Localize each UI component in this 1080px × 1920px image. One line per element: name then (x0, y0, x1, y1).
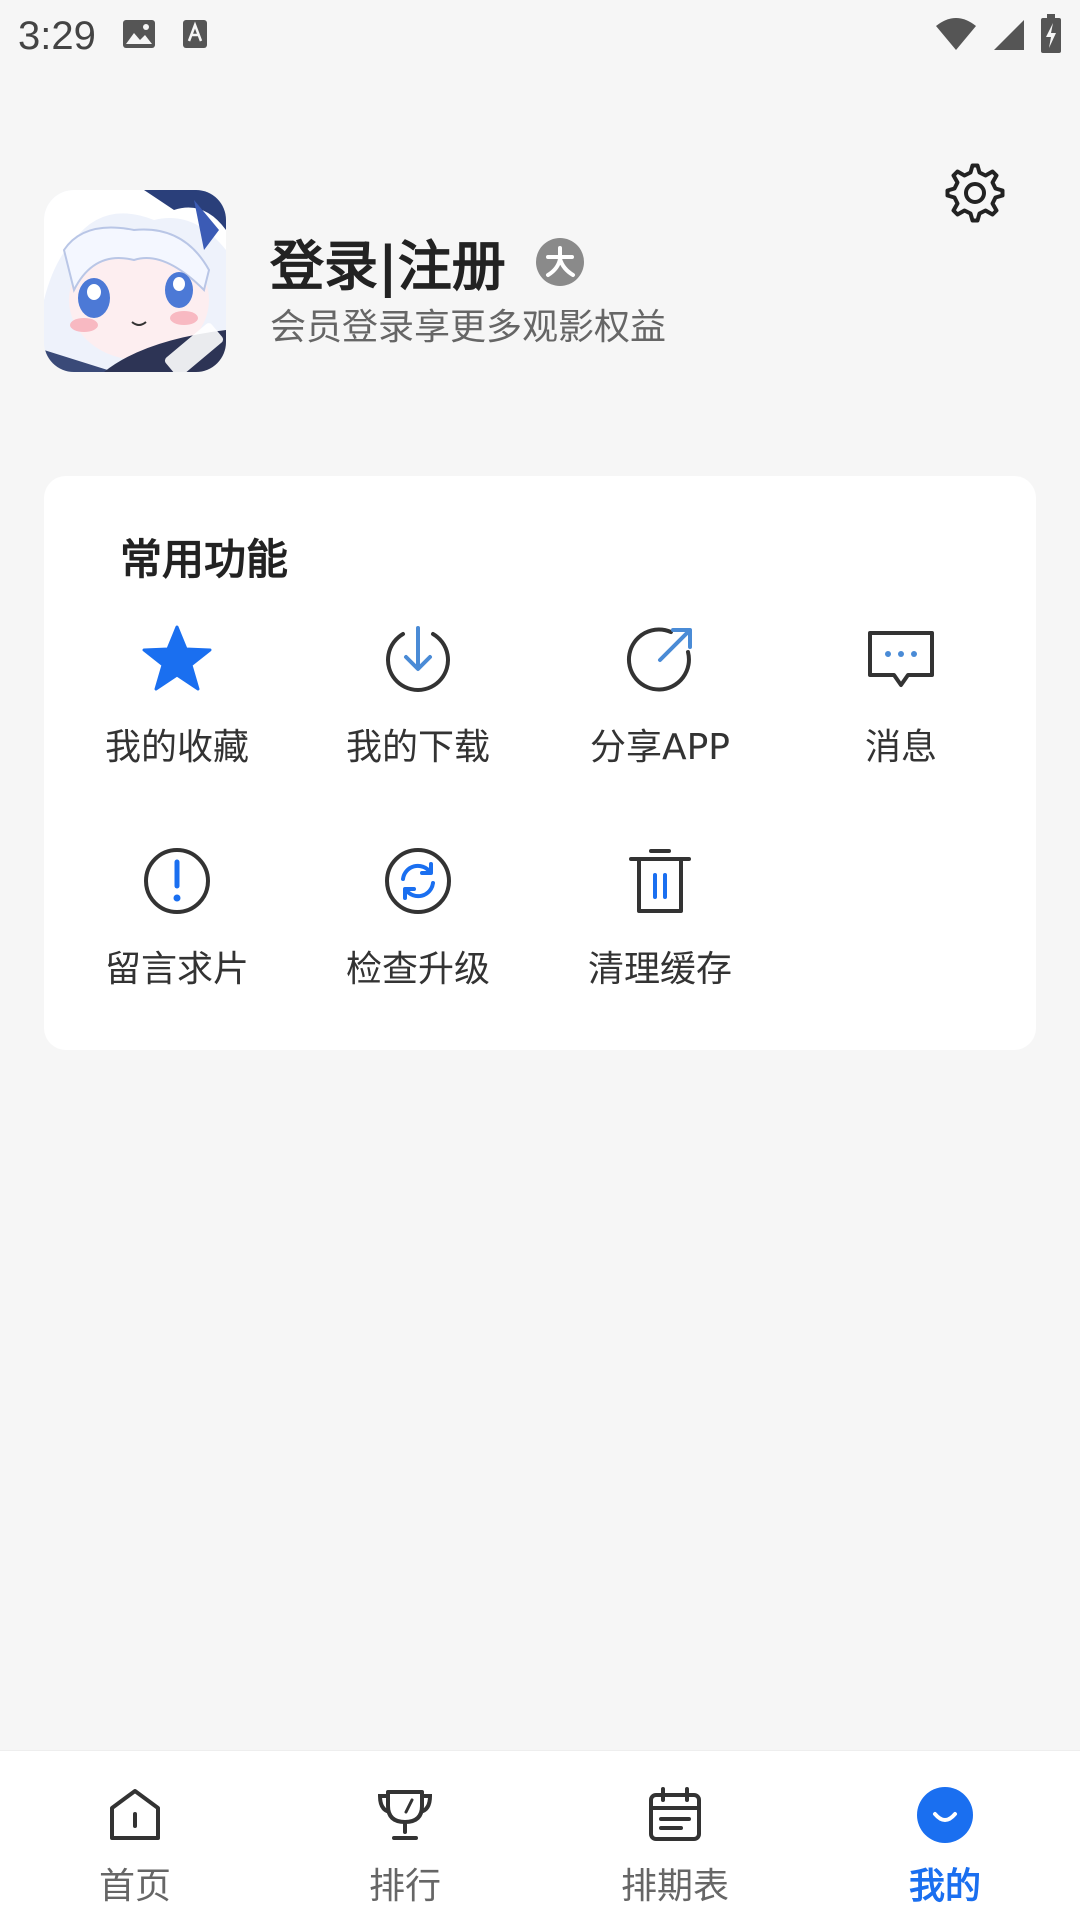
nav-item-mine[interactable]: 我的 (845, 1751, 1045, 1920)
status-bar: 3:29 (0, 0, 1080, 72)
trash-icon (623, 844, 697, 918)
request-film-label: 留言求片 (104, 949, 249, 990)
common-functions-card: 常用功能 我的收藏 我的下载 分享APP 消息 留言求片 检查升级 清理缓存 (44, 476, 1036, 1050)
downloads-label: 我的下载 (345, 727, 490, 768)
check-update-item[interactable]: 检查升级 (318, 844, 518, 994)
login-register-link[interactable]: 登录|注册 (270, 222, 584, 301)
vip-badge-icon (535, 237, 584, 286)
messages-item[interactable]: 消息 (801, 622, 1001, 772)
share-icon (623, 622, 697, 696)
exclamation-icon (140, 844, 214, 918)
nav-mine-label: 我的 (908, 1866, 981, 1907)
download-icon (381, 622, 455, 696)
message-icon (864, 622, 938, 696)
image-notification-icon (122, 19, 156, 53)
nav-home-label: 首页 (98, 1866, 171, 1907)
trophy-icon (373, 1783, 437, 1847)
status-left: 3:29 (18, 14, 208, 59)
text-notification-icon (182, 19, 208, 53)
nav-schedule-label: 排期表 (620, 1866, 729, 1907)
settings-button[interactable] (940, 160, 1010, 230)
clear-cache-item[interactable]: 清理缓存 (560, 844, 760, 994)
share-app-item[interactable]: 分享APP (560, 622, 760, 772)
star-icon (140, 622, 214, 696)
status-time: 3:29 (18, 13, 96, 58)
profile-smile-icon (913, 1783, 977, 1847)
avatar[interactable] (44, 190, 226, 372)
login-subtitle: 会员登录享更多观影权益 (270, 307, 667, 348)
share-app-label: 分享APP (589, 727, 731, 768)
favorites-label: 我的收藏 (104, 727, 249, 768)
login-register-text: 登录|注册 (270, 235, 506, 298)
nav-item-schedule[interactable]: 排期表 (575, 1751, 775, 1920)
wifi-icon (934, 16, 978, 56)
home-icon (103, 1783, 167, 1847)
calendar-icon (643, 1783, 707, 1847)
messages-label: 消息 (864, 727, 937, 768)
gear-icon (945, 163, 1005, 227)
bottom-navigation: 首页 排行 排期表 我的 (0, 1750, 1080, 1920)
request-film-item[interactable]: 留言求片 (77, 844, 277, 994)
card-title: 常用功能 (120, 535, 289, 584)
status-right (934, 14, 1062, 58)
battery-icon (1040, 14, 1062, 58)
clear-cache-label: 清理缓存 (587, 949, 732, 990)
nav-item-home[interactable]: 首页 (35, 1751, 235, 1920)
signal-icon (992, 16, 1026, 56)
favorites-item[interactable]: 我的收藏 (77, 622, 277, 772)
check-update-label: 检查升级 (345, 949, 490, 990)
downloads-item[interactable]: 我的下载 (318, 622, 518, 772)
nav-ranking-label: 排行 (368, 1866, 441, 1907)
refresh-icon (381, 844, 455, 918)
nav-item-ranking[interactable]: 排行 (305, 1751, 505, 1920)
